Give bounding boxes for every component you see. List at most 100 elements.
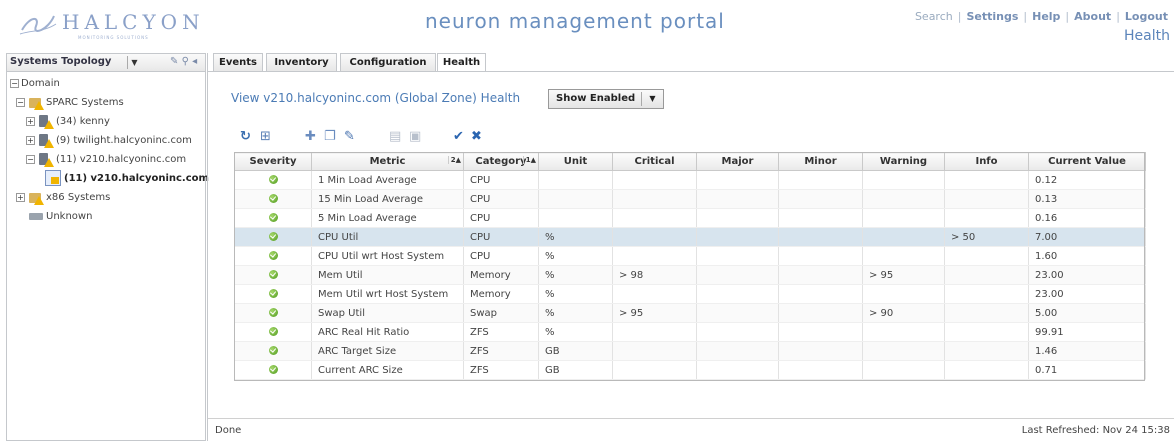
- status-ok-icon: [268, 232, 278, 241]
- tab-events[interactable]: Events: [213, 53, 263, 72]
- tab-inventory[interactable]: Inventory: [266, 53, 337, 72]
- panel-tools: ✎ ⚲ ◂: [170, 56, 197, 67]
- category-cell: CPU: [463, 246, 539, 266]
- column-header-metric[interactable]: Metric 2▲: [311, 152, 464, 171]
- save-icon[interactable]: ▣: [409, 129, 421, 145]
- critical-cell: [612, 284, 697, 304]
- table-row[interactable]: ARC Target Size ZFS GB 1.46: [234, 341, 1146, 361]
- tree-node-unknown[interactable]: Unknown: [7, 207, 205, 226]
- tree-node-x86-systems[interactable]: + x86 Systems: [7, 188, 205, 207]
- table-row[interactable]: ARC Real Hit Ratio ZFS% 99.91: [234, 322, 1146, 342]
- pin-icon[interactable]: ⚲: [182, 56, 189, 67]
- column-header-info[interactable]: Info: [944, 152, 1029, 171]
- table-row[interactable]: Mem Util wrt Host System Memory% 23.00: [234, 284, 1146, 304]
- show-filter-value: Show Enabled: [556, 93, 636, 104]
- add-icon[interactable]: ✚: [305, 129, 316, 145]
- status-ok-icon: [268, 270, 278, 279]
- collapse-toggle-icon[interactable]: −: [26, 154, 35, 164]
- unit-cell: %: [538, 227, 613, 247]
- folder-warning-icon: [27, 191, 44, 205]
- expand-toggle-icon[interactable]: +: [26, 135, 35, 145]
- chevron-down-icon[interactable]: ▼: [127, 56, 141, 69]
- tree-node-label: (11) v210.halcyoninc.com: [64, 173, 209, 184]
- column-header-critical[interactable]: Critical: [612, 152, 697, 171]
- value-cell: 1.46: [1028, 341, 1146, 361]
- table-row[interactable]: 15 Min Load Average CPU 0.13: [234, 189, 1146, 209]
- expand-toggle-icon[interactable]: +: [26, 116, 35, 126]
- category-cell: Swap: [463, 303, 539, 323]
- unit-cell: %: [538, 322, 613, 342]
- info-cell: [944, 341, 1029, 361]
- unit-cell: %: [538, 284, 613, 304]
- halcyon-logo[interactable]: HALCYON MONITORING SOLUTIONS: [18, 8, 200, 42]
- category-cell: CPU: [463, 227, 539, 247]
- enable-icon[interactable]: ✔: [453, 129, 464, 145]
- table-row[interactable]: 5 Min Load Average CPU 0.16: [234, 208, 1146, 228]
- column-header-current-value[interactable]: Current Value: [1028, 152, 1146, 171]
- value-cell: 23.00: [1028, 284, 1146, 304]
- help-link[interactable]: Help: [1032, 10, 1060, 23]
- settings-link[interactable]: Settings: [966, 10, 1018, 23]
- column-header-category[interactable]: Category 1▲: [463, 152, 539, 171]
- expand-toggle-icon[interactable]: +: [16, 192, 25, 202]
- column-header-unit[interactable]: Unit: [538, 152, 613, 171]
- show-filter-dropdown[interactable]: Show Enabled ▼: [548, 89, 664, 109]
- export-icon[interactable]: ⊞: [260, 129, 271, 145]
- info-cell: [944, 360, 1029, 380]
- collapse-left-icon[interactable]: ◂: [192, 56, 197, 67]
- edit-icon[interactable]: ✎: [344, 129, 355, 145]
- chevron-down-icon: ▼: [641, 92, 663, 106]
- category-cell: CPU: [463, 208, 539, 228]
- collapse-toggle-icon[interactable]: −: [10, 78, 19, 88]
- unit-cell: GB: [538, 360, 613, 380]
- tab-configuration[interactable]: Configuration: [340, 53, 436, 72]
- category-cell: CPU: [463, 189, 539, 209]
- major-cell: [696, 303, 779, 323]
- copy-icon[interactable]: ❐: [324, 129, 336, 145]
- table-row[interactable]: Mem Util Memory% > 98 > 95 23.00: [234, 265, 1146, 285]
- import-icon[interactable]: ▤: [389, 129, 401, 145]
- critical-cell: [612, 360, 697, 380]
- table-row[interactable]: CPU Util CPU% > 50 7.00: [234, 227, 1146, 247]
- last-refreshed: Last Refreshed: Nov 24 15:38: [1021, 425, 1170, 436]
- eraser-icon[interactable]: ✎: [170, 56, 178, 67]
- tree-node-domain[interactable]: − Domain: [7, 74, 205, 93]
- tab-health[interactable]: Health: [437, 53, 486, 72]
- severity-cell: [234, 189, 312, 209]
- tree-node-label: x86 Systems: [46, 192, 111, 203]
- view-title: View v210.halcyoninc.com (Global Zone) H…: [231, 91, 521, 105]
- column-header-severity[interactable]: Severity: [234, 152, 312, 171]
- table-row[interactable]: Swap Util Swap% > 95 > 90 5.00: [234, 303, 1146, 323]
- tree-node-kenny[interactable]: + (34) kenny: [7, 112, 205, 131]
- tree-node-sparc-systems[interactable]: − SPARC Systems: [7, 93, 205, 112]
- warning-cell: [862, 227, 945, 247]
- status-ok-icon: [268, 194, 278, 203]
- category-cell: ZFS: [463, 360, 539, 380]
- refresh-icon[interactable]: ↻: [240, 129, 251, 145]
- logout-link[interactable]: Logout: [1125, 10, 1168, 23]
- table-row[interactable]: Current ARC Size ZFS GB 0.71: [234, 360, 1146, 380]
- logo-text: HALCYON: [62, 10, 205, 34]
- panel-splitter[interactable]: [207, 53, 208, 441]
- metric-cell: 1 Min Load Average: [311, 170, 464, 190]
- value-cell: 1.60: [1028, 246, 1146, 266]
- column-header-major[interactable]: Major: [696, 152, 779, 171]
- major-cell: [696, 284, 779, 304]
- table-row[interactable]: CPU Util wrt Host System CPU% 1.60: [234, 246, 1146, 266]
- column-header-warning[interactable]: Warning: [862, 152, 945, 171]
- about-link[interactable]: About: [1074, 10, 1111, 23]
- column-header-minor[interactable]: Minor: [778, 152, 863, 171]
- tree-node-twilight[interactable]: + (9) twilight.halcyoninc.com: [7, 131, 205, 150]
- tree-node-v210[interactable]: − (11) v210.halcyoninc.com: [7, 150, 205, 169]
- search-link[interactable]: Search: [915, 10, 953, 23]
- collapse-toggle-icon[interactable]: −: [16, 97, 25, 107]
- tree-node-v210-global-zone[interactable]: (11) v210.halcyoninc.com: [7, 169, 209, 188]
- column-header-label: Info: [975, 156, 998, 167]
- table-row[interactable]: 1 Min Load Average CPU 0.12: [234, 170, 1146, 190]
- value-cell: 0.12: [1028, 170, 1146, 190]
- status-ok-icon: [268, 213, 278, 222]
- unit-cell: [538, 208, 613, 228]
- server-warning-icon: [37, 133, 54, 148]
- logo-subtitle: MONITORING SOLUTIONS: [78, 35, 149, 40]
- disable-icon[interactable]: ✖: [471, 129, 482, 145]
